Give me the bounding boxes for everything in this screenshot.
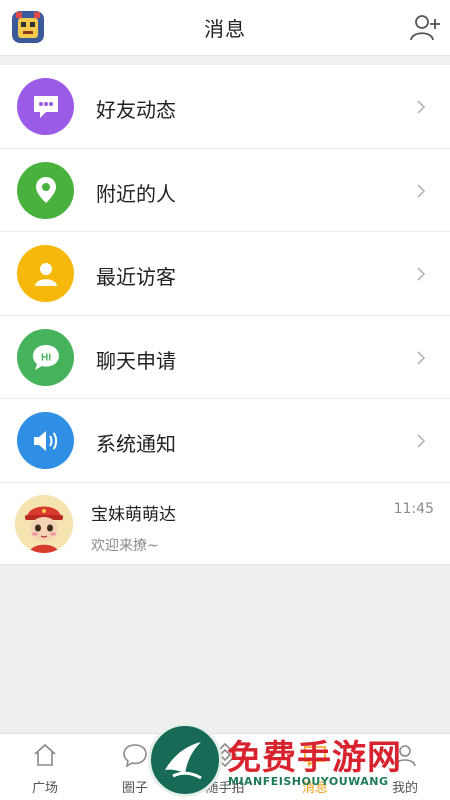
menu-item-chat-requests[interactable]: HI 聊天申请 xyxy=(0,316,450,399)
chevron-right-icon xyxy=(417,100,426,114)
chat-icon xyxy=(123,744,147,768)
profile-avatar-icon[interactable] xyxy=(10,9,46,45)
menu-item-recent-visitors[interactable]: 最近访客 xyxy=(0,232,450,316)
location-pin-icon xyxy=(17,161,74,219)
watermark-subtitle: MIANFEISHOUYOUWANG xyxy=(228,775,389,788)
hi-text: HI xyxy=(41,353,51,364)
chevron-right-icon xyxy=(417,267,426,281)
chat-bubble-icon xyxy=(17,78,74,135)
tab-square[interactable]: 广场 xyxy=(10,740,80,798)
menu-item-label: 系统通知 xyxy=(96,432,176,456)
menu-item-system-notice[interactable]: 系统通知 xyxy=(0,399,450,483)
tab-label: 广场 xyxy=(31,781,58,796)
menu-list: 好友动态 附近的人 最近访客 HI 聊天申请 系统通知 xyxy=(0,65,450,483)
watermark-title: 免费手游网 xyxy=(227,738,402,778)
menu-item-label: 好友动态 xyxy=(96,98,176,122)
menu-item-nearby[interactable]: 附近的人 xyxy=(0,149,450,232)
conversation-row[interactable]: 宝妹萌萌达 欢迎来撩~ 11:45 xyxy=(0,483,450,565)
contact-name: 宝妹萌萌达 xyxy=(91,505,176,525)
menu-item-label: 聊天申请 xyxy=(96,348,176,373)
home-icon xyxy=(34,743,56,766)
hi-bubble-icon: HI xyxy=(17,328,74,386)
menu-item-friend-feed[interactable]: 好友动态 xyxy=(0,65,450,149)
last-message: 欢迎来撩~ xyxy=(91,538,159,554)
speaker-icon xyxy=(17,412,74,469)
chevron-right-icon xyxy=(417,350,426,365)
watermark-logo xyxy=(148,723,222,797)
avatar[interactable] xyxy=(15,495,73,553)
menu-item-label: 附近的人 xyxy=(96,181,176,206)
chevron-right-icon xyxy=(417,434,426,448)
person-icon xyxy=(17,245,74,302)
top-bar: 消息 xyxy=(0,0,450,56)
page-title: 消息 xyxy=(204,17,246,41)
divider xyxy=(0,56,450,65)
add-friend-icon[interactable] xyxy=(408,11,442,45)
message-time: 11:45 xyxy=(393,501,434,517)
menu-item-label: 最近访客 xyxy=(96,265,176,289)
chevron-right-icon xyxy=(417,183,426,198)
